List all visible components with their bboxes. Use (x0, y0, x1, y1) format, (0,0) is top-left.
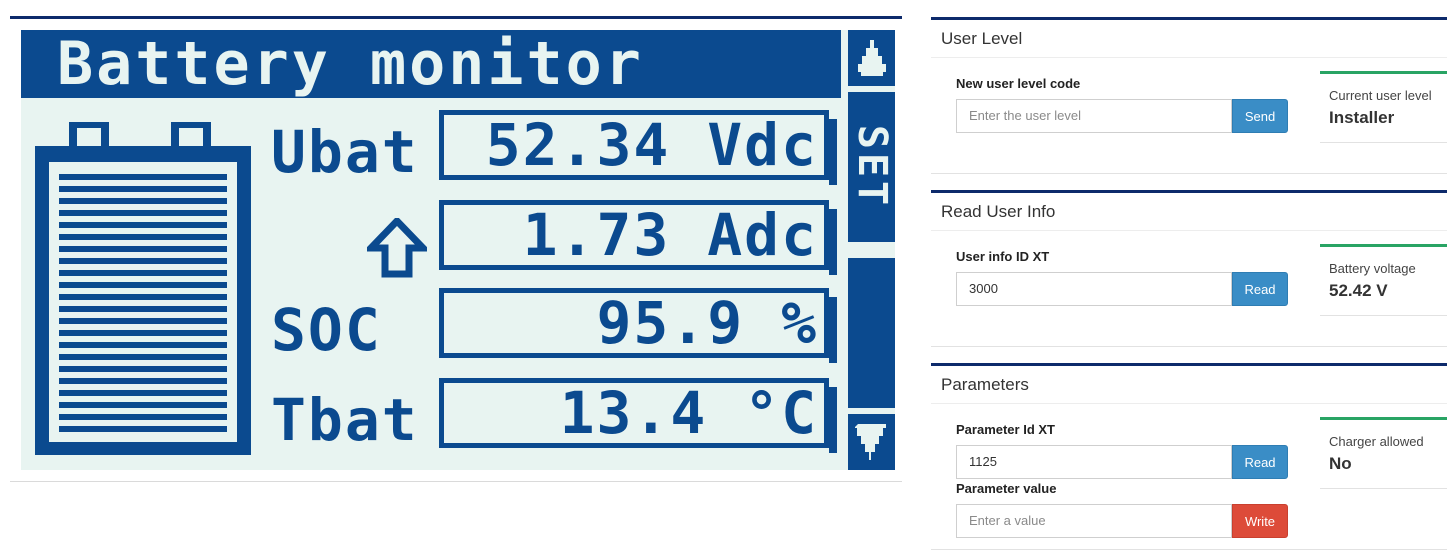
arrow-up-icon (367, 218, 427, 278)
lcd-value-ubat: 52.34 Vdc (485, 111, 818, 179)
lcd-value-tbat: 13.4 °C (559, 379, 818, 447)
lcd-value-soc: 95.9 % (596, 289, 818, 357)
lcd-screen: Battery monitor SET Ubat 52.34 Vdc 1.73 … (21, 30, 895, 470)
lcd-label-tbat: Tbat (271, 386, 419, 454)
lcd-title: Battery monitor (57, 29, 644, 99)
info-label: Battery voltage (1329, 261, 1416, 276)
lcd-title-bar: Battery monitor (21, 30, 841, 98)
lcd-value-current: 1.73 Adc (522, 201, 818, 269)
read-parameter-button[interactable]: Read (1232, 445, 1288, 479)
send-button[interactable]: Send (1232, 99, 1288, 133)
read-user-info-button[interactable]: Read (1232, 272, 1288, 306)
field-label: User info ID XT (956, 249, 1050, 264)
lcd-side-key[interactable] (848, 258, 895, 408)
user-level-input[interactable]: Enter the user level (956, 99, 1232, 133)
user-level-panel: User Level New user level code Enter the… (931, 17, 1447, 174)
write-parameter-button[interactable]: Write (1232, 504, 1288, 538)
field-label: New user level code (956, 76, 1081, 91)
lcd-set-label: SET (848, 124, 895, 210)
lcd-set-button[interactable]: SET (848, 92, 895, 242)
user-info-panel: Read User Info User info ID XT 3000 Read… (931, 190, 1447, 347)
info-card: Battery voltage 52.42 V (1320, 244, 1447, 316)
panel-heading: User Level (931, 20, 1447, 58)
info-card: Charger allowed No (1320, 417, 1447, 489)
lcd-down-button[interactable] (848, 414, 895, 470)
battery-icon (35, 122, 251, 455)
parameter-value-input[interactable]: Enter a value (956, 504, 1232, 538)
lcd-value-box-soc: 95.9 % (439, 288, 837, 363)
lcd-panel: Battery monitor SET Ubat 52.34 Vdc 1.73 … (10, 16, 902, 482)
panel-heading: Read User Info (931, 193, 1447, 231)
info-value: 52.42 V (1329, 281, 1388, 300)
info-label: Charger allowed (1329, 434, 1424, 449)
info-card: Current user level Installer (1320, 71, 1447, 143)
field-label: Parameter value (956, 481, 1057, 496)
lcd-up-button[interactable] (848, 30, 895, 86)
parameters-panel: Parameters Parameter Id XT 1125 Read Par… (931, 363, 1447, 550)
lcd-label-ubat: Ubat (271, 118, 419, 186)
user-info-id-input[interactable]: 3000 (956, 272, 1232, 306)
parameter-id-input[interactable]: 1125 (956, 445, 1232, 479)
field-label: Parameter Id XT (956, 422, 1055, 437)
info-value: No (1329, 454, 1352, 473)
lcd-sidebar: SET (848, 30, 895, 470)
triangle-down-icon (854, 424, 886, 460)
lcd-label-soc: SOC (271, 296, 382, 364)
lcd-value-box-tbat: 13.4 °C (439, 378, 837, 453)
triangle-up-icon (857, 40, 886, 76)
lcd-value-box-ubat: 52.34 Vdc (439, 110, 837, 185)
panel-heading: Parameters (931, 366, 1447, 404)
info-value: Installer (1329, 108, 1395, 127)
lcd-value-box-current: 1.73 Adc (439, 200, 837, 275)
info-label: Current user level (1329, 88, 1432, 103)
